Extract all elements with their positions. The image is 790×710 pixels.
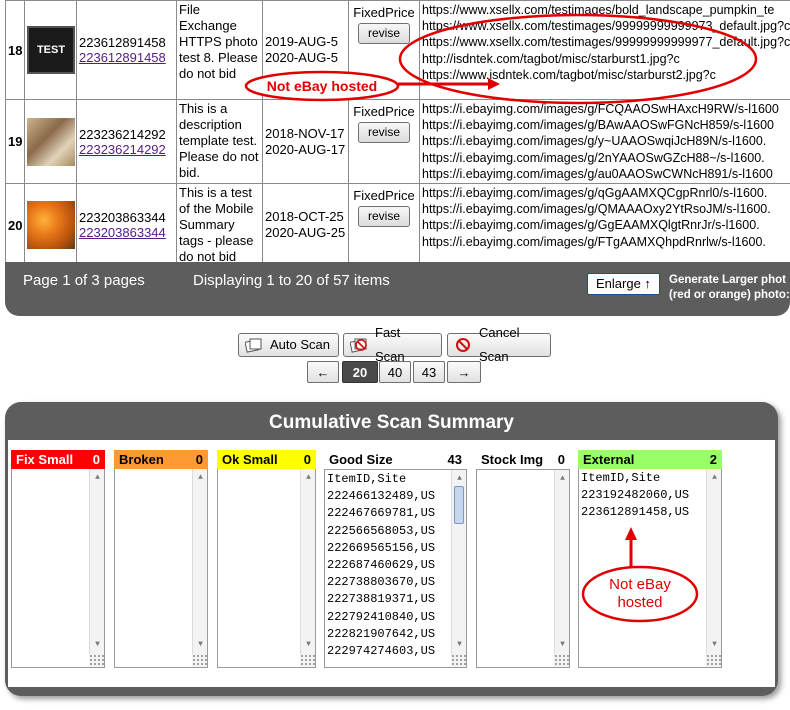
photo-url[interactable]: https://i.ebayimg.com/images/g/2nYAAOSwG… [422,150,788,166]
column-count: 0 [557,452,565,467]
end-date: 2020-AUG-17 [265,141,346,157]
scroll-down-icon[interactable]: ▼ [91,638,104,651]
scroll-down-icon[interactable]: ▼ [194,638,207,651]
auto-scan-button[interactable]: Auto Scan [238,333,339,357]
next-page-button[interactable]: → [447,361,481,383]
auto-scan-icon [244,337,263,353]
photo-url[interactable]: https://i.ebayimg.com/images/g/FTgAAMXQh… [422,234,788,250]
resize-grip-icon[interactable] [554,654,569,667]
column-label: Ok Small [222,452,278,467]
column-count: 2 [709,452,717,467]
item-id-link[interactable]: 223203863344 [79,225,166,240]
fast-scan-button[interactable]: Fast Scan [343,325,442,364]
page-size-20[interactable]: 20 [342,361,378,383]
scroll-down-icon[interactable]: ▼ [708,638,721,651]
list-item: ItemID,Site [581,471,661,485]
scroll-down-icon[interactable]: ▼ [302,638,315,651]
photo-url[interactable]: https://i.ebayimg.com/images/g/GgEAAMXQl… [422,217,788,233]
resize-grip-icon[interactable] [300,654,315,667]
enlarge-button[interactable]: Enlarge ↑ [587,273,660,295]
photo-url[interactable]: https://i.ebayimg.com/images/g/QMAAAOxy2… [422,201,788,217]
list-item: ItemID,Site [327,472,407,486]
item-id: 223236214292 [79,126,166,142]
end-date: 2020-AUG-25 [265,225,346,241]
resize-grip-icon[interactable] [89,654,104,667]
scroll-up-icon[interactable]: ▲ [194,471,207,484]
resize-grip-icon[interactable] [451,654,466,667]
item-thumbnail[interactable] [27,201,75,250]
page-size-40[interactable]: 40 [379,361,411,383]
item-thumbnail[interactable] [27,117,75,166]
item-id: 223203863344 [79,210,166,226]
column-label: Broken [119,452,164,467]
page-count: Page 1 of 3 pages [23,272,145,289]
photo-url[interactable]: https://i.ebayimg.com/images/g/qGgAAMXQC… [422,185,788,201]
annotation-overlay [244,13,758,105]
item-title: This is a test of the Mobile Summary tag… [176,183,263,268]
column-count: 0 [303,452,311,467]
column-count: 43 [447,452,462,467]
scroll-up-icon[interactable]: ▲ [302,471,315,484]
resize-grip-icon[interactable] [706,654,721,667]
scroll-up-icon[interactable]: ▲ [91,471,104,484]
revise-button[interactable]: revise [357,206,410,228]
scroll-down-icon[interactable]: ▼ [453,638,466,651]
annotation-label: Not eBay hosted [266,78,378,94]
page-size-43[interactable]: 43 [413,361,445,383]
cancel-icon [454,337,472,353]
start-date: 2018-OCT-25 [265,209,344,225]
column-label: Fix Small [16,452,74,467]
revise-button[interactable]: revise [357,122,410,143]
prev-page-button[interactable]: ← [307,361,339,383]
column-count: 0 [92,452,100,467]
photo-url[interactable]: https://i.ebayimg.com/images/g/au0AAOSwC… [422,166,788,182]
start-date: 2018-NOV-17 [265,125,345,141]
listing-format: FixedPrice [353,188,415,204]
scroll-down-icon[interactable]: ▼ [556,638,569,651]
column-label: Stock Img [481,452,544,467]
row-number: 20 [5,183,25,268]
resize-grip-icon[interactable] [192,654,207,667]
table-row: 20 223203863344 223203863344 This is a t… [5,183,790,268]
scroll-up-icon[interactable]: ▲ [708,471,721,484]
column-count: 0 [195,452,203,467]
pager-bar: Page 1 of 3 pages Displaying 1 to 20 of … [5,262,790,316]
column-label: External [583,452,635,467]
annotation-label-bottom: Not eBay hosted [609,576,671,611]
fast-scan-icon [349,337,368,353]
scroll-up-icon[interactable]: ▲ [556,472,569,485]
items-display: Displaying 1 to 20 of 57 items [193,272,390,289]
cancel-scan-button[interactable]: Cancel Scan [447,325,551,364]
generate-note: Generate Larger phot (red or orange) pho… [669,274,790,301]
scroll-up-icon[interactable]: ▲ [453,472,466,485]
item-id-link[interactable]: 223236214292 [79,142,166,157]
summary-title: Cumulative Scan Summary [269,412,514,433]
column-label: Good Size [329,452,393,467]
photo-url[interactable]: https://i.ebayimg.com/images/g/y~UAAOSwq… [422,133,788,149]
list-item: 222974274603,US [327,644,436,659]
